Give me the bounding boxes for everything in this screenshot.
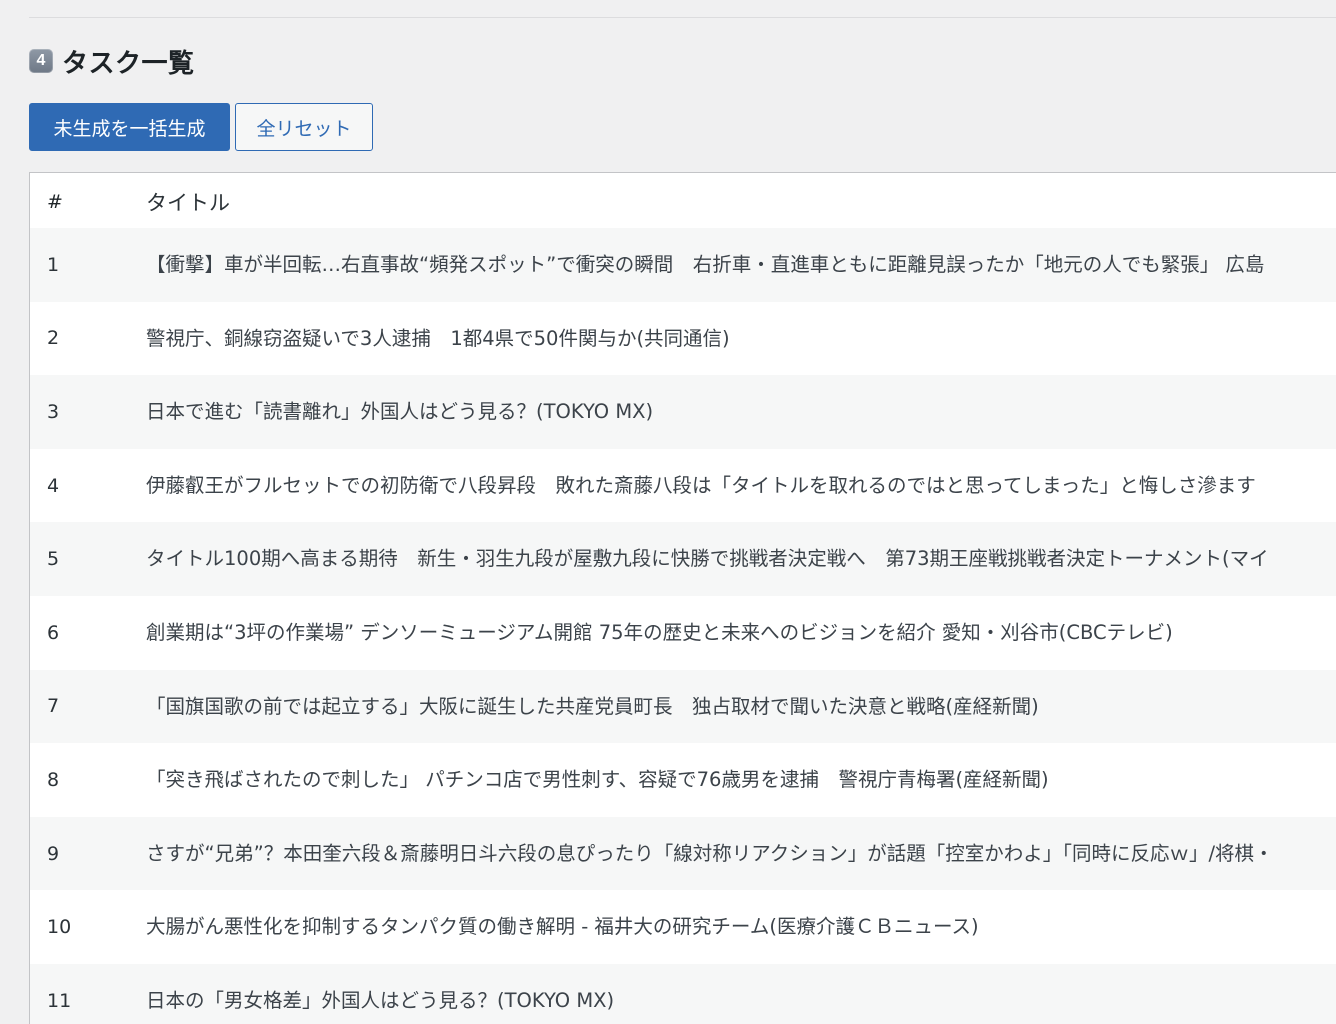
row-number: 6 <box>47 621 60 644</box>
row-number: 7 <box>47 695 60 718</box>
row-title: 創業期は“3坪の作業場” デンソーミュージアム開館 75年の歴史と未来へのビジョ… <box>146 621 1173 645</box>
task-table: # タイトル 1 【衝撃】車が半回転…右直事故“頻発スポット”で衝突の瞬間 右折… <box>29 172 1336 1024</box>
table-body: 1 【衝撃】車が半回転…右直事故“頻発スポット”で衝突の瞬間 右折車・直進車とも… <box>30 228 1336 1024</box>
row-title: 日本の「男女格差」外国人はどう見る？(TOKYO MX) <box>146 988 615 1012</box>
bulk-generate-button[interactable]: 未生成を一括生成 <box>29 103 230 151</box>
table-row: 9 さすが“兄弟”？本田奎六段＆斎藤明日斗六段の息ぴったり「線対称リアクション」… <box>30 816 1336 891</box>
row-title: タイトル100期へ高まる期待 新生・羽生九段が屋敷九段に快勝で挑戦者決定戦へ 第… <box>146 547 1269 571</box>
table-row: 6 創業期は“3坪の作業場” デンソーミュージアム開館 75年の歴史と未来へのビ… <box>30 596 1336 670</box>
column-header-num: # <box>47 190 63 213</box>
row-title: 伊藤叡王がフルセットでの初防衛で八段昇段 敗れた斎藤八段は「タイトルを取れるので… <box>146 473 1256 497</box>
row-number: 2 <box>47 327 60 350</box>
column-header-title: タイトル <box>146 190 230 215</box>
section-title: タスク一覧 <box>62 48 195 79</box>
table-row: 10 大腸がん悪性化を抑制するタンパク質の働き解明 - 福井大の研究チーム(医療… <box>30 890 1336 964</box>
table-row: 7 「国旗国歌の前では起立する」大阪に誕生した共産党員町長 独占取材で聞いた決意… <box>30 669 1336 744</box>
table-row: 1 【衝撃】車が半回転…右直事故“頻発スポット”で衝突の瞬間 右折車・直進車とも… <box>30 228 1336 302</box>
row-title: さすが“兄弟”？本田奎六段＆斎藤明日斗六段の息ぴったり「線対称リアクション」が話… <box>146 841 1274 865</box>
row-title: 「突き飛ばされたので刺した」 パチンコ店で男性刺す、容疑で76歳男を逮捕 警視庁… <box>146 768 1049 792</box>
row-number: 1 <box>47 253 60 276</box>
row-number: 8 <box>47 768 60 791</box>
toolbar: 未生成を一括生成 全リセット <box>29 103 373 151</box>
reset-all-button[interactable]: 全リセット <box>235 103 373 151</box>
row-number: 3 <box>47 400 60 423</box>
table-header: # タイトル <box>30 173 1336 231</box>
row-number: 4 <box>47 474 60 497</box>
row-title: 日本で進む「読書離れ」外国人はどう見る？(TOKYO MX) <box>146 400 654 424</box>
section-header: 4 タスク一覧 <box>29 42 195 80</box>
task-list-page: 4 タスク一覧 未生成を一括生成 全リセット # タイトル 1 【衝撃】車が半回… <box>0 0 1336 1024</box>
table-row: 5 タイトル100期へ高まる期待 新生・羽生九段が屋敷九段に快勝で挑戦者決定戦へ… <box>30 522 1336 596</box>
row-title: 警視庁、銅線窃盗疑いで3人逮捕 1都4県で50件関与か(共同通信) <box>146 326 730 350</box>
row-number: 11 <box>47 989 72 1012</box>
table-row: 11 日本の「男女格差」外国人はどう見る？(TOKYO MX) <box>30 963 1336 1024</box>
row-number: 9 <box>47 842 60 865</box>
row-number: 5 <box>47 548 60 571</box>
top-divider <box>29 17 1336 18</box>
row-number: 10 <box>47 916 72 939</box>
keycap-number-icon: 4 <box>29 49 53 73</box>
row-title: 【衝撃】車が半回転…右直事故“頻発スポット”で衝突の瞬間 右折車・直進車ともに距… <box>146 253 1265 277</box>
row-title: 「国旗国歌の前では起立する」大阪に誕生した共産党員町長 独占取材で聞いた決意と戦… <box>146 694 1039 718</box>
table-row: 2 警視庁、銅線窃盗疑いで3人逮捕 1都4県で50件関与か(共同通信) <box>30 302 1336 376</box>
table-row: 4 伊藤叡王がフルセットでの初防衛で八段昇段 敗れた斎藤八段は「タイトルを取れる… <box>30 449 1336 523</box>
table-row: 3 日本で進む「読書離れ」外国人はどう見る？(TOKYO MX) <box>30 375 1336 449</box>
table-row: 8 「突き飛ばされたので刺した」 パチンコ店で男性刺す、容疑で76歳男を逮捕 警… <box>30 743 1336 817</box>
row-title: 大腸がん悪性化を抑制するタンパク質の働き解明 - 福井大の研究チーム(医療介護Ｃ… <box>146 915 979 939</box>
